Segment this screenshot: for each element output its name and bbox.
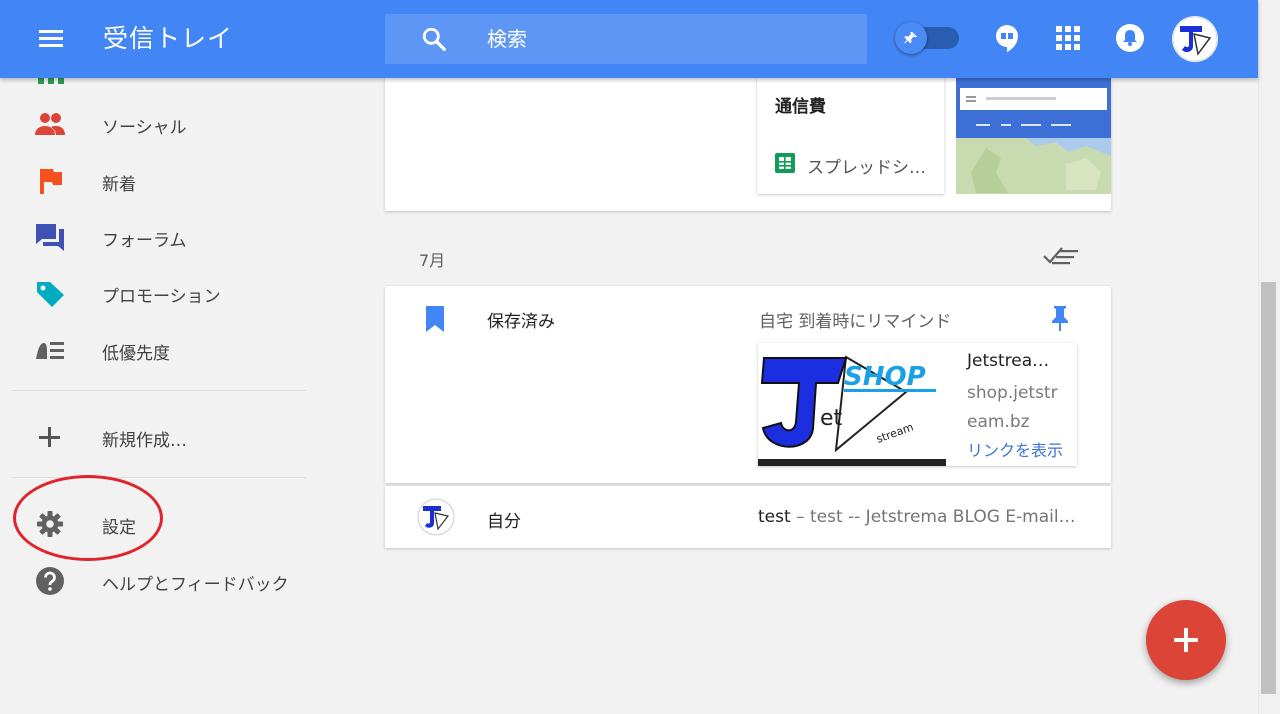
gear-icon <box>37 511 63 537</box>
sidebar-item-label: 設定 <box>102 518 136 538</box>
sidebar-item-label: フォーラム <box>102 231 187 251</box>
apps-grid-icon[interactable] <box>1053 23 1083 53</box>
sidebar-item-forums[interactable]: フォーラム <box>0 214 306 260</box>
email-preview: – test -- Jetstrema BLOG E-mail… <box>790 507 1076 527</box>
menu-icon[interactable] <box>36 24 66 54</box>
notifications-bell-icon[interactable] <box>1115 23 1145 53</box>
svg-text:et: et <box>820 406 843 431</box>
avatar[interactable] <box>1172 16 1218 62</box>
forum-icon <box>36 224 64 251</box>
sender-name: 自分 <box>487 512 521 532</box>
page-title: 受信トレイ <box>103 24 234 53</box>
flag-icon <box>40 169 62 194</box>
bookmark-icon <box>426 306 444 332</box>
hangouts-icon[interactable] <box>992 23 1022 53</box>
help-icon <box>36 567 64 595</box>
pin-icon[interactable] <box>1050 305 1070 331</box>
sidebar-item-help-feedback[interactable]: ヘルプとフィードバック <box>0 558 306 604</box>
app-bar: 受信トレイ <box>0 0 1258 78</box>
sidebar: ソーシャル 新着 フォーラム プロモーション 低優先度 新規作成… 設定 ヘルプ… <box>0 78 318 714</box>
link-title: Jetstrea… <box>967 351 1050 371</box>
link-preview-image: et stream SHOP <box>758 343 946 466</box>
spreadsheet-icon <box>775 153 795 173</box>
map-thumbnail[interactable] <box>956 78 1111 194</box>
sidebar-item-label: 新着 <box>102 175 136 195</box>
compose-fab[interactable] <box>1146 600 1226 680</box>
scrollbar-thumb[interactable] <box>1261 282 1276 694</box>
search-input[interactable] <box>487 22 847 56</box>
card-title: 保存済み <box>487 312 555 332</box>
pin-toggle[interactable] <box>895 22 959 54</box>
sidebar-divider <box>12 390 306 391</box>
section-header-month: 7月 <box>419 251 446 270</box>
tag-icon <box>37 282 64 307</box>
email-item[interactable]: 自分 test – test -- Jetstrema BLOG E-mail… <box>385 486 1111 548</box>
sidebar-item-low-priority[interactable]: 低優先度 <box>0 327 306 373</box>
low-priority-icon <box>36 342 64 359</box>
open-link-button[interactable]: リンクを表示 <box>967 437 1063 461</box>
saved-reminder-card[interactable]: 保存済み 自宅 到着時にリマインド et stream SHOP Jetstre… <box>385 286 1111 483</box>
sidebar-item-label: 低優先度 <box>102 344 170 364</box>
people-icon <box>35 113 65 135</box>
sidebar-item-settings[interactable]: 設定 <box>0 501 306 547</box>
sidebar-item-label: プロモーション <box>102 287 221 307</box>
sidebar-item-updates[interactable]: 新着 <box>0 158 306 204</box>
attachment-label: スプレッドシ… <box>807 158 926 178</box>
search-bar[interactable] <box>385 14 867 64</box>
attachment-title: 通信費 <box>775 97 826 117</box>
reminder-text: 自宅 到着時にリマインド <box>759 312 952 332</box>
plus-icon <box>39 427 60 447</box>
pin-toggle-icon <box>904 32 917 44</box>
sender-avatar <box>417 498 455 536</box>
sidebar-partial-icon <box>38 78 64 84</box>
attachment-card[interactable]: 通信費 スプレッドシ… <box>757 78 944 194</box>
link-url: shop.jetstream.bz <box>967 383 1058 432</box>
sidebar-divider <box>12 477 306 478</box>
bundle-card[interactable]: 通信費 スプレッドシ… <box>385 78 1111 211</box>
plus-icon <box>1174 638 1198 642</box>
search-icon[interactable] <box>421 26 447 52</box>
sidebar-item-create-new[interactable]: 新規作成… <box>0 414 306 460</box>
sidebar-item-label: 新規作成… <box>102 431 187 451</box>
link-image-logo: SHOP <box>844 362 926 392</box>
sidebar-item-label: ヘルプとフィードバック <box>102 575 289 595</box>
sidebar-item-label: ソーシャル <box>102 118 187 138</box>
sidebar-item-promotions[interactable]: プロモーション <box>0 270 306 316</box>
email-subject: test <box>758 507 791 527</box>
sidebar-item-social[interactable]: ソーシャル <box>0 101 306 147</box>
email-snippet: test – test -- Jetstrema BLOG E-mail… <box>758 507 1078 527</box>
link-preview-card[interactable]: et stream SHOP Jetstrea… shop.jetstream.… <box>758 343 1077 466</box>
sweep-done-icon[interactable] <box>1042 244 1080 270</box>
